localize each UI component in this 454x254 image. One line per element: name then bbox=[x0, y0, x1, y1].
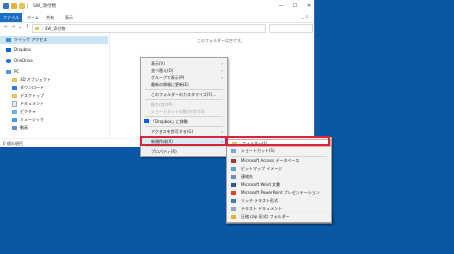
address-bar[interactable]: › SW_添付物 bbox=[32, 24, 266, 33]
download-icon bbox=[12, 86, 17, 90]
close-button[interactable]: ✕ bbox=[304, 2, 314, 10]
powerpoint-icon bbox=[231, 191, 236, 195]
title-bar: SW_添付物 — ☐ ✕ bbox=[0, 0, 314, 13]
nav-item-onedrive[interactable]: OneDrive bbox=[6, 57, 33, 65]
nav-item-label: ダウンロード bbox=[20, 85, 44, 90]
nav-item-quick-access[interactable]: クイック アクセス bbox=[0, 36, 108, 44]
nav-item-label: ドキュメント bbox=[20, 101, 44, 106]
menu-item-sort[interactable]: 並べ替え(O) › bbox=[141, 67, 227, 74]
address-row: ← → ⌄ ↑ › SW_添付物 bbox=[0, 23, 314, 33]
menu-item-refresh[interactable]: 最新の情報に更新(E) bbox=[141, 81, 227, 88]
menu-separator bbox=[145, 89, 223, 90]
new-submenu-tail: 圧縮 (zip 形式) フォルダー bbox=[226, 213, 332, 223]
submenu-item-contact[interactable]: 連絡先 bbox=[227, 173, 331, 181]
nav-item-pc[interactable]: PC bbox=[6, 68, 19, 76]
pc-icon bbox=[6, 70, 11, 74]
back-button[interactable]: ← bbox=[4, 24, 8, 30]
submenu-item-zip[interactable]: 圧縮 (zip 形式) フォルダー bbox=[227, 213, 331, 221]
music-icon bbox=[12, 118, 17, 122]
nav-item-label: OneDrive bbox=[14, 58, 33, 63]
nav-item-downloads[interactable]: ダウンロード bbox=[12, 84, 44, 92]
menu-item-properties[interactable]: プロパティ(R) bbox=[141, 148, 227, 155]
nav-item-label: ミュージック bbox=[20, 117, 44, 122]
nav-item-3d-objects[interactable]: 3D オブジェクト bbox=[12, 76, 51, 84]
onedrive-icon bbox=[6, 59, 11, 63]
nav-item-documents[interactable]: ドキュメント bbox=[12, 100, 44, 108]
picture-icon bbox=[12, 110, 17, 114]
submenu-item-powerpoint[interactable]: Microsoft PowerPoint プレゼンテーション bbox=[227, 189, 331, 197]
menu-separator bbox=[145, 126, 223, 127]
bitmap-icon bbox=[231, 167, 236, 171]
tab-share[interactable]: 共有 bbox=[46, 13, 54, 22]
menu-highlight-box bbox=[140, 136, 227, 146]
menu-separator bbox=[145, 99, 223, 100]
menu-item-customize-folder[interactable]: このフォルダーのカスタマイズ(F)... bbox=[141, 91, 227, 98]
menu-separator bbox=[145, 116, 223, 117]
nav-item-desktop[interactable]: デスクトップ bbox=[12, 92, 44, 100]
minimize-button[interactable]: — bbox=[276, 2, 286, 10]
dropbox-icon bbox=[6, 48, 11, 52]
item-count: 0 個の項目 bbox=[3, 141, 23, 146]
search-input[interactable] bbox=[269, 24, 313, 33]
tab-view[interactable]: 表示 bbox=[65, 13, 73, 22]
tab-home[interactable]: ホーム bbox=[27, 13, 39, 22]
menu-item-view[interactable]: 表示(V) › bbox=[141, 60, 227, 67]
star-icon bbox=[6, 38, 11, 42]
folder-icon bbox=[12, 78, 17, 82]
empty-folder-message: このフォルダーは空です。 bbox=[197, 38, 245, 43]
submenu-item-shortcut[interactable]: ショートカット(S) bbox=[227, 147, 331, 155]
pane-divider[interactable] bbox=[109, 34, 110, 138]
rtf-icon bbox=[231, 199, 236, 203]
menu-item-paste-shortcut: ショートカットの貼り付け(S) bbox=[151, 109, 205, 114]
video-icon bbox=[12, 126, 17, 130]
nav-item-label: PC bbox=[14, 69, 20, 74]
nav-item-label: クイック アクセス bbox=[14, 37, 48, 42]
nav-item-music[interactable]: ミュージック bbox=[12, 116, 44, 124]
new-submenu: フォルダー(F) ショートカット(S) Microsoft Access データ… bbox=[226, 137, 332, 224]
menu-item-group-by[interactable]: グループで表示(P) › bbox=[141, 74, 227, 81]
nav-item-videos[interactable]: 動画 bbox=[12, 124, 28, 132]
menu-item-move-to-dropbox[interactable]: 「Dropbox」に移動 bbox=[141, 118, 227, 125]
text-icon bbox=[231, 207, 236, 211]
zip-icon bbox=[231, 215, 236, 219]
tab-file[interactable]: ファイル bbox=[0, 13, 22, 22]
address-path: › SW_添付物 bbox=[42, 26, 66, 31]
maximize-button[interactable]: ☐ bbox=[290, 2, 300, 10]
submenu-highlight-box bbox=[226, 136, 330, 146]
dropbox-icon bbox=[144, 119, 149, 123]
navigation-pane: クイック アクセス Dropbox OneDrive PC 3D オブジェクト … bbox=[0, 34, 110, 138]
submenu-item-bitmap[interactable]: ビットマップ イメージ bbox=[227, 165, 331, 173]
submenu-item-rtf[interactable]: リッチ テキスト形式 bbox=[227, 197, 331, 205]
folder-icon bbox=[19, 3, 25, 9]
nav-item-label: 3D オブジェクト bbox=[20, 77, 51, 82]
contact-icon bbox=[231, 175, 236, 179]
nav-item-label: Dropbox bbox=[14, 47, 31, 52]
submenu-item-text[interactable]: テキスト ドキュメント bbox=[227, 205, 331, 213]
access-icon bbox=[231, 159, 236, 163]
menu-item-paste: 貼り付け(P) bbox=[151, 102, 173, 107]
shortcut-icon bbox=[231, 149, 236, 153]
window-title: SW_添付物 bbox=[33, 4, 57, 9]
nav-item-label: ピクチャ bbox=[20, 109, 36, 114]
new-folder-icon[interactable] bbox=[11, 3, 17, 9]
ribbon: ファイル ホーム 共有 表示 ⌄ ? bbox=[0, 13, 314, 23]
folder-icon bbox=[35, 27, 39, 30]
up-button[interactable]: ↑ bbox=[25, 24, 29, 30]
folder-icon bbox=[12, 94, 17, 98]
recent-locations-button[interactable]: ⌄ bbox=[18, 24, 22, 30]
word-icon bbox=[231, 183, 236, 187]
forward-button[interactable]: → bbox=[11, 24, 15, 30]
nav-item-dropbox[interactable]: Dropbox bbox=[6, 46, 31, 54]
menu-separator bbox=[145, 146, 223, 147]
help-button[interactable]: ⌄ ? bbox=[301, 15, 308, 20]
properties-icon[interactable] bbox=[3, 3, 9, 9]
document-icon bbox=[12, 101, 17, 107]
nav-item-label: 動画 bbox=[20, 125, 28, 130]
menu-item-give-access[interactable]: アクセスを許可する(G) › bbox=[141, 128, 227, 135]
separator bbox=[27, 3, 28, 9]
nav-item-pictures[interactable]: ピクチャ bbox=[12, 108, 36, 116]
submenu-item-word[interactable]: Microsoft Word 文書 bbox=[227, 181, 331, 189]
submenu-item-access-db[interactable]: Microsoft Access データベース bbox=[227, 157, 331, 165]
nav-item-label: デスクトップ bbox=[20, 93, 44, 98]
